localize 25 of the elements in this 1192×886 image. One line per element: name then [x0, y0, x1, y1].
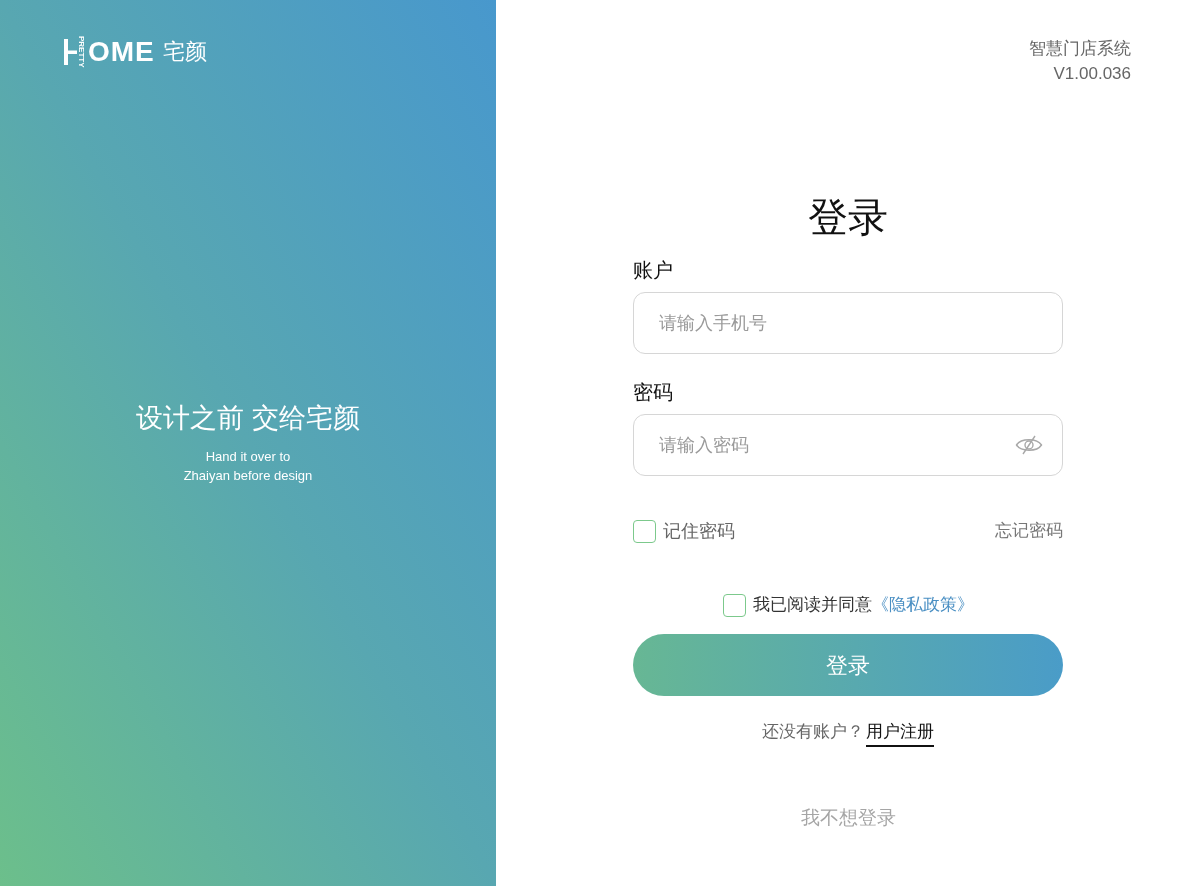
register-prompt: 还没有账户？: [762, 721, 864, 743]
field-label: 账户: [633, 258, 674, 283]
logo-vertical-text: PRETTY: [77, 36, 86, 68]
form-title: 登录: [807, 194, 889, 241]
field-label: 密码: [633, 380, 674, 405]
forgot-password-link[interactable]: 忘记密码: [995, 519, 1063, 543]
eye-slash-icon[interactable]: [1015, 435, 1043, 455]
logo-mark-icon: [64, 39, 77, 65]
login-button[interactable]: 登录: [633, 634, 1063, 696]
slogan-english-text: Zhaiyan before design: [182, 467, 314, 485]
password-field[interactable]: 请输入密码: [633, 414, 1063, 476]
slogan-text: 设计之前 交给宅颜: [135, 402, 361, 435]
register-link[interactable]: 用户注册: [866, 720, 934, 747]
remember-label: 记住密码: [663, 520, 735, 543]
logo-name: 宅颜: [162, 38, 207, 66]
account-field[interactable]: 请输入手机号: [633, 292, 1063, 354]
slogan-english-text: Hand it over to: [204, 448, 292, 466]
system-name: 智慧门店系统: [1028, 38, 1131, 60]
skip-login-link[interactable]: 我不想登录: [633, 805, 1063, 831]
privacy-policy-link[interactable]: 《隐私政策》: [871, 593, 974, 617]
version-text: V1.00.036: [1052, 63, 1131, 85]
agreement-text: 我已阅读并同意: [752, 594, 872, 616]
logo-text: OME: [88, 37, 155, 67]
agreement-checkbox[interactable]: [722, 593, 746, 617]
remember-checkbox[interactable]: [633, 519, 656, 543]
